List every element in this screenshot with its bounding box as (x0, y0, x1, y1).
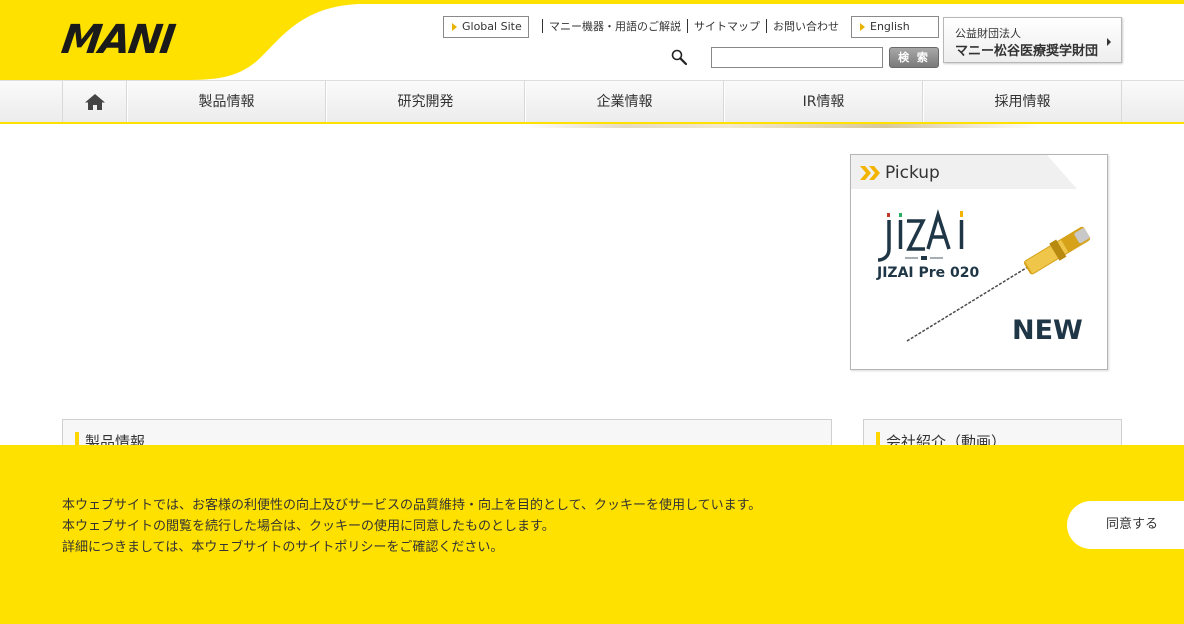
site-header: MANI Global Site マニー機器・用語のご解説 サイトマップ お問い合わ… (0, 0, 1184, 80)
agree-button[interactable]: 同意する (1067, 501, 1184, 549)
pickup-title: Pickup (885, 163, 940, 183)
foundation-line1: 公益財団法人 (955, 27, 1021, 40)
divider (687, 19, 688, 33)
cookie-message: 本ウェブサイトでは、お客様の利便性の向上及びサービスの品質維持・向上を目的として… (62, 495, 761, 558)
global-site-button[interactable]: Global Site (443, 16, 529, 38)
nav-item-products[interactable]: 製品情報 (127, 81, 326, 123)
global-site-label: Global Site (462, 20, 522, 33)
pickup-header-shade (1047, 155, 1107, 189)
english-button[interactable]: English (851, 16, 939, 38)
foundation-link[interactable]: 公益財団法人 マニー松谷医療奨学財団 (943, 17, 1122, 63)
search-button[interactable]: 検 索 (889, 47, 939, 68)
global-nav: 製品情報 研究開発 企業情報 IR情報 採用情報 (0, 80, 1184, 123)
triangle-right-icon (860, 23, 865, 31)
nav-item-rnd[interactable]: 研究開発 (326, 81, 525, 123)
search-icon (671, 49, 688, 66)
double-chevron-icon (860, 166, 880, 180)
cookie-line-3: 詳細につきましては、本ウェブサイトのサイトポリシーをご確認ください。 (62, 540, 504, 555)
pickup-banner[interactable]: Pickup JIZAI Pre 020 NEW (850, 154, 1108, 370)
new-badge: NEW (1012, 315, 1083, 346)
nav-item-ir[interactable]: IR情報 (724, 81, 923, 123)
english-label: English (870, 20, 910, 33)
nav-home[interactable] (62, 81, 127, 123)
cookie-line-2: 本ウェブサイトの閲覧を続行した場合は、クッキーの使用に同意したものとします。 (62, 519, 555, 534)
search-input[interactable] (711, 47, 883, 68)
util-link-contact[interactable]: お問い合わせ (773, 20, 839, 33)
pickup-header: Pickup (851, 155, 1107, 189)
triangle-right-icon (452, 23, 457, 31)
cookie-banner: 本ウェブサイトでは、お客様の利便性の向上及びサービスの品質維持・向上を目的として… (0, 445, 1184, 624)
divider (766, 19, 767, 33)
chevron-right-icon (1107, 38, 1111, 46)
mani-logo[interactable]: MANI (59, 17, 177, 63)
hero-image-strip (520, 124, 1040, 128)
cookie-line-1: 本ウェブサイトでは、お客様の利便性の向上及びサービスの品質維持・向上を目的として… (62, 498, 762, 513)
nav-item-company[interactable]: 企業情報 (525, 81, 724, 123)
util-link-glossary[interactable]: マニー機器・用語のご解説 (549, 20, 681, 33)
divider (542, 19, 543, 33)
util-link-sitemap[interactable]: サイトマップ (694, 20, 760, 33)
home-icon (85, 94, 105, 110)
nav-item-recruit[interactable]: 採用情報 (923, 81, 1122, 123)
foundation-line2: マニー松谷医療奨学財団 (955, 44, 1099, 59)
page: MANI Global Site マニー機器・用語のご解説 サイトマップ お問い合わ… (0, 0, 1184, 624)
utility-links: マニー機器・用語のご解説 サイトマップ お問い合わせ (536, 18, 839, 34)
